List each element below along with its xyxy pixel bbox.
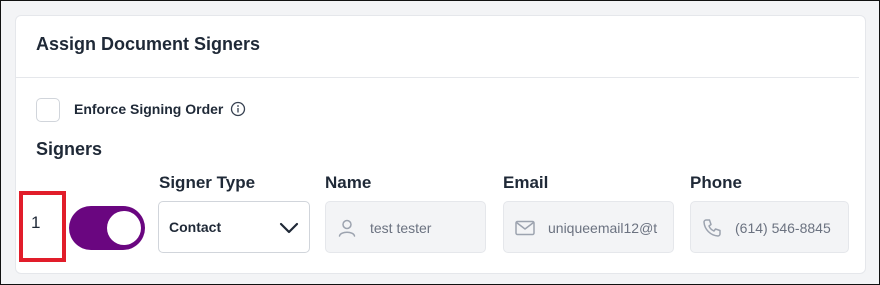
name-column-label: Name — [325, 173, 372, 192]
signer-index-highlight — [19, 191, 66, 262]
card-title: Assign Document Signers — [36, 34, 261, 54]
signer-type-value: Contact — [169, 219, 222, 235]
phone-icon — [703, 219, 721, 237]
header-divider — [16, 77, 859, 78]
phone-field[interactable]: (614) 546-8845 — [690, 201, 849, 253]
chevron-down-icon — [279, 222, 299, 234]
email-field[interactable]: uniqueemail12@t — [503, 201, 674, 253]
enforce-order-label[interactable]: Enforce Signing Order — [74, 101, 223, 117]
mail-icon — [515, 220, 535, 236]
signer-type-select[interactable]: Contact — [158, 201, 310, 253]
enforce-order-checkbox[interactable] — [36, 98, 60, 122]
phone-value: (614) 546-8845 — [735, 220, 831, 236]
signer-enabled-toggle[interactable] — [69, 206, 145, 250]
signer-type-column-label: Signer Type — [159, 173, 256, 192]
assign-signers-card: Assign Document Signers Enforce Signing … — [15, 15, 866, 274]
signer-index: 1 — [31, 213, 41, 232]
info-icon[interactable] — [230, 101, 246, 117]
toggle-knob — [107, 211, 141, 245]
email-column-label: Email — [503, 173, 549, 192]
phone-column-label: Phone — [690, 173, 742, 192]
email-value: uniqueemail12@t — [548, 220, 658, 236]
signers-heading: Signers — [36, 139, 103, 159]
user-icon — [338, 219, 356, 237]
name-value: test tester — [370, 220, 432, 236]
name-field[interactable]: test tester — [325, 201, 486, 253]
